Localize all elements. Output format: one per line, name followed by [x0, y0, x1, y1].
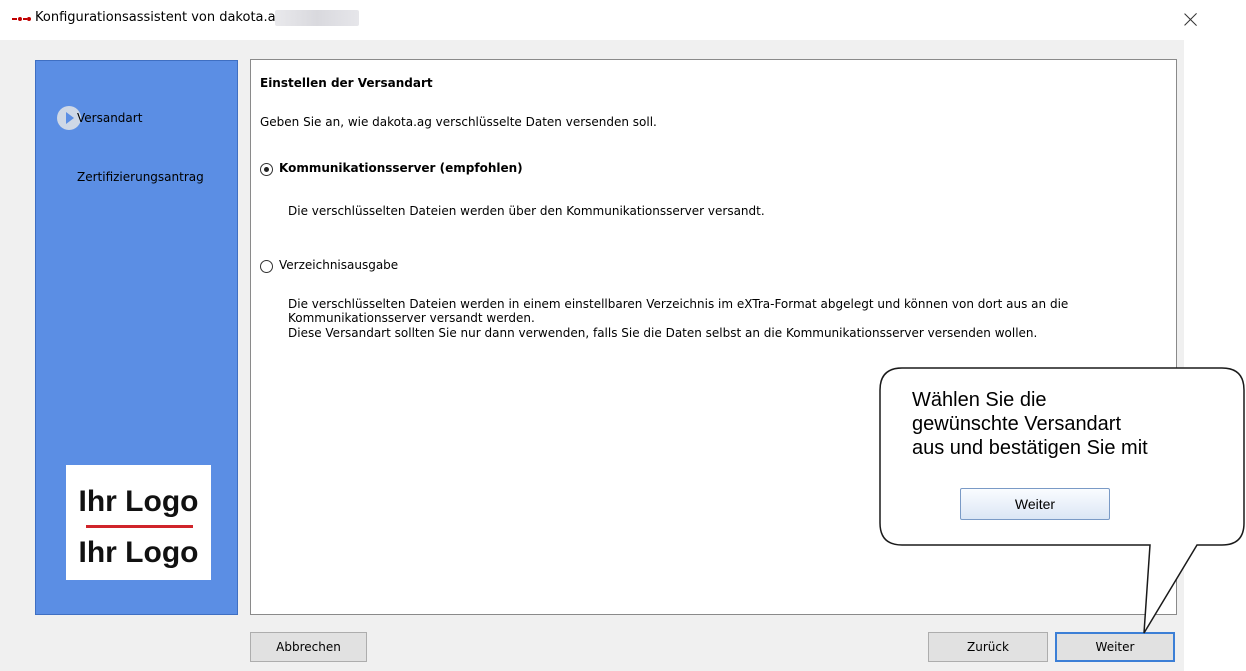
- close-icon[interactable]: [1184, 12, 1198, 26]
- intro-text: Geben Sie an, wie dakota.ag verschlüssel…: [260, 115, 657, 129]
- wizard-window: Konfigurationsassistent von dakota.ag Ve…: [0, 0, 1246, 671]
- option-kommunikationsserver-description: Die verschlüsselten Dateien werden über …: [288, 204, 765, 218]
- callout-weiter-button: Weiter: [960, 488, 1110, 520]
- sidebar-item-zertifizierungsantrag[interactable]: Zertifizierungsantrag: [77, 169, 204, 185]
- option-verzeichnisausgabe-description-line-2: Kommunikationsserver versandt werden.: [288, 311, 535, 325]
- logo-bottom-text: Ihr Logo: [78, 536, 199, 569]
- next-button[interactable]: Weiter: [1055, 632, 1175, 662]
- cancel-button[interactable]: Abbrechen: [250, 632, 367, 662]
- logo-top-text: Ihr Logo: [78, 485, 199, 518]
- title-bar: Konfigurationsassistent von dakota.ag: [0, 0, 1000, 44]
- redacted-title-part: [275, 10, 359, 26]
- radio-checked-icon[interactable]: [260, 163, 273, 176]
- option-verzeichnisausgabe-description-line-3: Diese Versandart sollten Sie nur dann ve…: [288, 326, 1038, 340]
- callout-text: Wählen Sie die gewünschte Versandart aus…: [912, 389, 1148, 459]
- sidebar: Versandart Zertifizierungsantrag Ihr Log…: [35, 60, 238, 615]
- callout-weiter-label: Weiter: [1014, 496, 1056, 512]
- logo-divider: [86, 525, 193, 528]
- logo: Ihr Logo Ihr Logo: [66, 465, 211, 580]
- app-icon: [12, 16, 32, 22]
- option-verzeichnisausgabe-label[interactable]: Verzeichnisausgabe: [279, 257, 398, 273]
- sidebar-item-versandart[interactable]: Versandart: [77, 110, 142, 126]
- radio-unchecked-icon[interactable]: [260, 260, 273, 273]
- back-button[interactable]: Zurück: [928, 632, 1048, 662]
- window-title: Konfigurationsassistent von dakota.ag: [35, 10, 284, 25]
- option-kommunikationsserver-label[interactable]: Kommunikationsserver (empfohlen): [279, 160, 523, 176]
- page-title: Einstellen der Versandart: [260, 76, 433, 90]
- content-panel: Einstellen der Versandart Geben Sie an, …: [250, 59, 1177, 615]
